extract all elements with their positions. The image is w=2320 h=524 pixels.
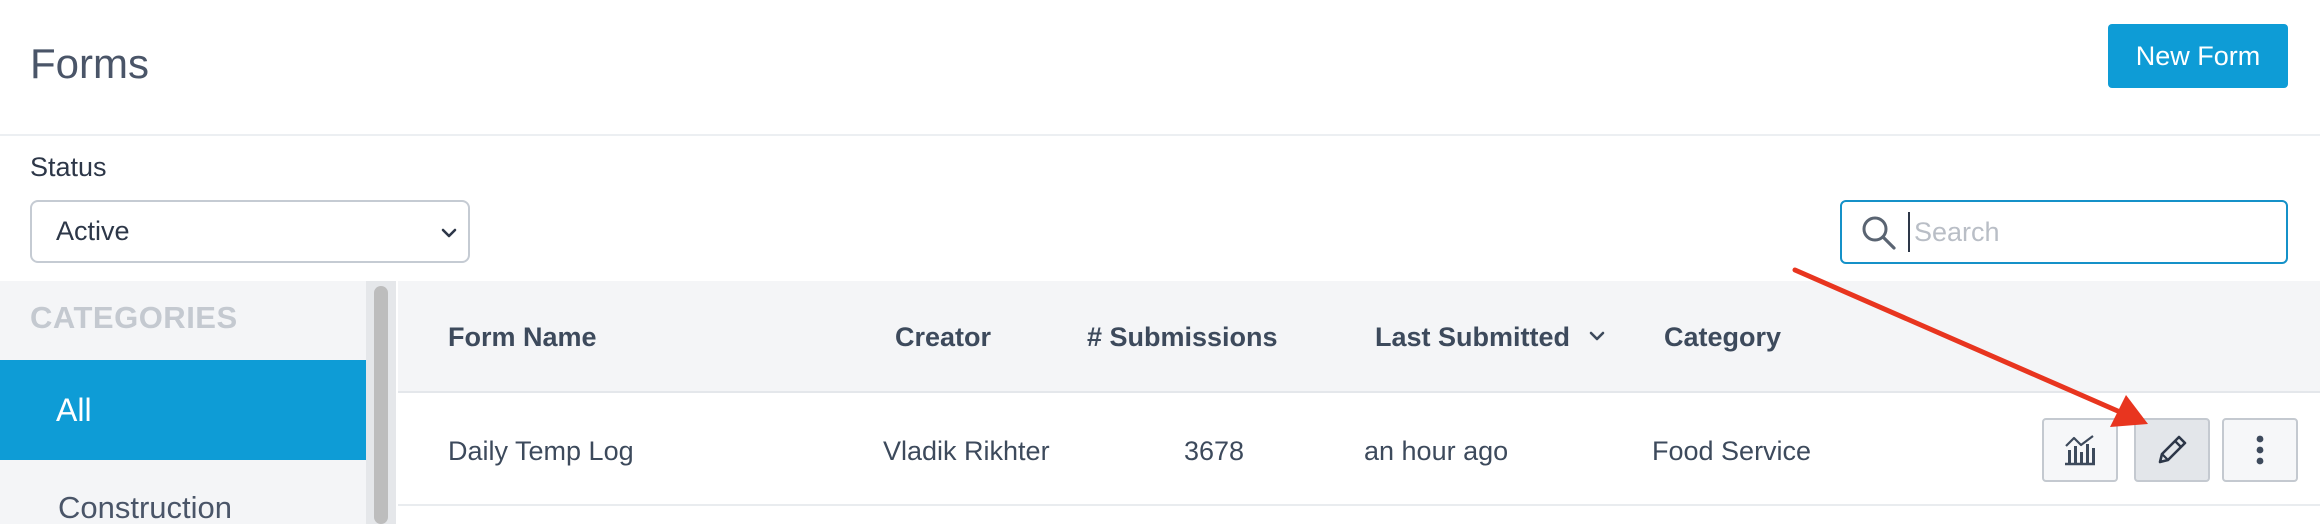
sidebar-scrollbar-thumb[interactable] [374,286,388,524]
column-header-last-submitted[interactable]: Last Submitted [1375,322,1570,353]
search-input[interactable] [1908,212,2268,252]
more-vertical-icon [2256,435,2264,465]
edit-form-button[interactable] [2134,418,2210,482]
sidebar-item-label: All [56,391,92,428]
status-select-value: Active [56,216,130,246]
categories-heading: CATEGORIES [30,300,238,335]
table-header [398,281,2320,393]
sort-chevron-down-icon[interactable] [1588,327,1606,345]
more-actions-button[interactable] [2222,418,2298,482]
chart-icon [2065,435,2095,466]
column-header-category[interactable]: Category [1664,322,1781,353]
new-form-button[interactable]: New Form [2108,24,2288,88]
forms-page: Forms New Form Status Active CATEGORIES … [0,0,2320,524]
cell-creator: Vladik Rikhter [883,436,1050,466]
table-row[interactable] [398,394,2320,506]
column-header-submissions[interactable]: # Submissions [1087,322,1278,353]
header-divider [0,134,2320,136]
sidebar-item-all[interactable]: All [0,360,366,460]
sidebar-item-construction[interactable]: Construction [58,490,232,524]
chevron-down-icon [441,228,457,238]
column-header-form-name[interactable]: Form Name [448,322,597,353]
cell-last-submitted: an hour ago [1364,436,1509,466]
search-box[interactable] [1840,200,2288,264]
page-title: Forms [30,40,149,87]
view-analytics-button[interactable] [2042,418,2118,482]
cell-form-name[interactable]: Daily Temp Log [448,436,634,467]
status-select[interactable]: Active [30,200,470,263]
search-icon [1862,216,1896,250]
column-header-creator[interactable]: Creator [895,322,991,353]
status-label: Status [30,152,107,182]
cell-submissions: 3678 [1184,436,1245,466]
pencil-icon [2158,435,2187,464]
cell-category: Food Service [1652,436,1812,466]
